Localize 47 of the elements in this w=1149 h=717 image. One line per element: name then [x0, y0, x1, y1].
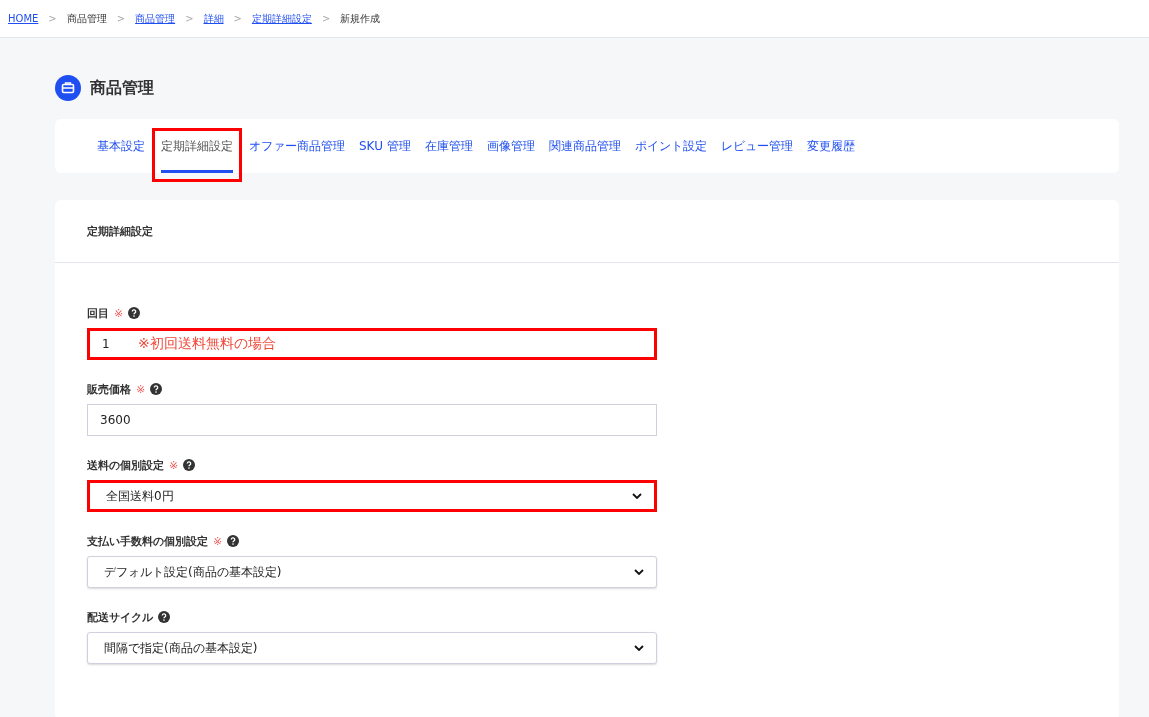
briefcase-icon: [55, 75, 81, 101]
field-label: 回目: [87, 305, 109, 321]
breadcrumb-link[interactable]: 定期詳細設定: [251, 11, 312, 26]
annotation-note: ※初回送料無料の場合: [138, 335, 276, 353]
breadcrumb-separator: >: [233, 13, 242, 24]
tab[interactable]: ポイント設定: [627, 119, 714, 173]
breadcrumb-text: 商品管理: [66, 11, 107, 26]
help-icon[interactable]: [150, 383, 163, 395]
breadcrumb-separator: >: [321, 13, 331, 24]
tab[interactable]: 基本設定: [90, 119, 152, 173]
tab[interactable]: レビュー管理: [713, 119, 800, 173]
required-mark: ※: [169, 458, 179, 472]
tab[interactable]: 変更履歴: [799, 119, 862, 173]
tab[interactable]: 画像管理: [479, 119, 542, 173]
breadcrumb-link[interactable]: HOME: [8, 13, 39, 24]
field-label: 販売価格: [87, 381, 131, 397]
breadcrumb-text: 新規作成: [340, 11, 381, 26]
breadcrumb-link[interactable]: 商品管理: [135, 11, 176, 26]
help-icon[interactable]: [158, 611, 170, 623]
breadcrumb-separator: >: [185, 13, 194, 24]
breadcrumb-link[interactable]: 詳細: [203, 11, 224, 26]
required-mark: ※: [213, 534, 223, 548]
tab[interactable]: 定期詳細設定: [152, 128, 242, 182]
select-dropdown[interactable]: デフォルト設定(商品の基本設定): [87, 556, 657, 588]
chevron-down-icon: [632, 493, 642, 499]
select-dropdown[interactable]: 全国送料0円: [87, 480, 657, 512]
help-icon[interactable]: [183, 459, 196, 471]
page-title: 商品管理: [90, 77, 154, 99]
help-icon[interactable]: [227, 535, 240, 547]
required-mark: ※: [136, 382, 146, 396]
input-field[interactable]: 1 ※初回送料無料の場合: [87, 328, 657, 360]
breadcrumb-separator: >: [48, 13, 57, 24]
help-icon[interactable]: [128, 307, 141, 319]
field-label: 配送サイクル: [87, 609, 153, 625]
breadcrumb-separator: >: [116, 13, 126, 24]
chevron-down-icon: [634, 569, 644, 575]
tab[interactable]: 関連商品管理: [541, 119, 628, 173]
field-label: 送料の個別設定: [87, 457, 164, 473]
tab[interactable]: 在庫管理: [417, 119, 480, 173]
select-dropdown[interactable]: 間隔で指定(商品の基本設定): [87, 632, 657, 664]
required-mark: ※: [114, 306, 124, 320]
tab[interactable]: オファー商品管理: [242, 119, 352, 173]
input-field[interactable]: 3600: [87, 404, 657, 436]
tab[interactable]: SKU 管理: [352, 119, 418, 173]
field-label: 支払い手数料の個別設定: [87, 533, 208, 549]
chevron-down-icon: [634, 645, 644, 651]
section-title: 定期詳細設定: [87, 223, 153, 239]
